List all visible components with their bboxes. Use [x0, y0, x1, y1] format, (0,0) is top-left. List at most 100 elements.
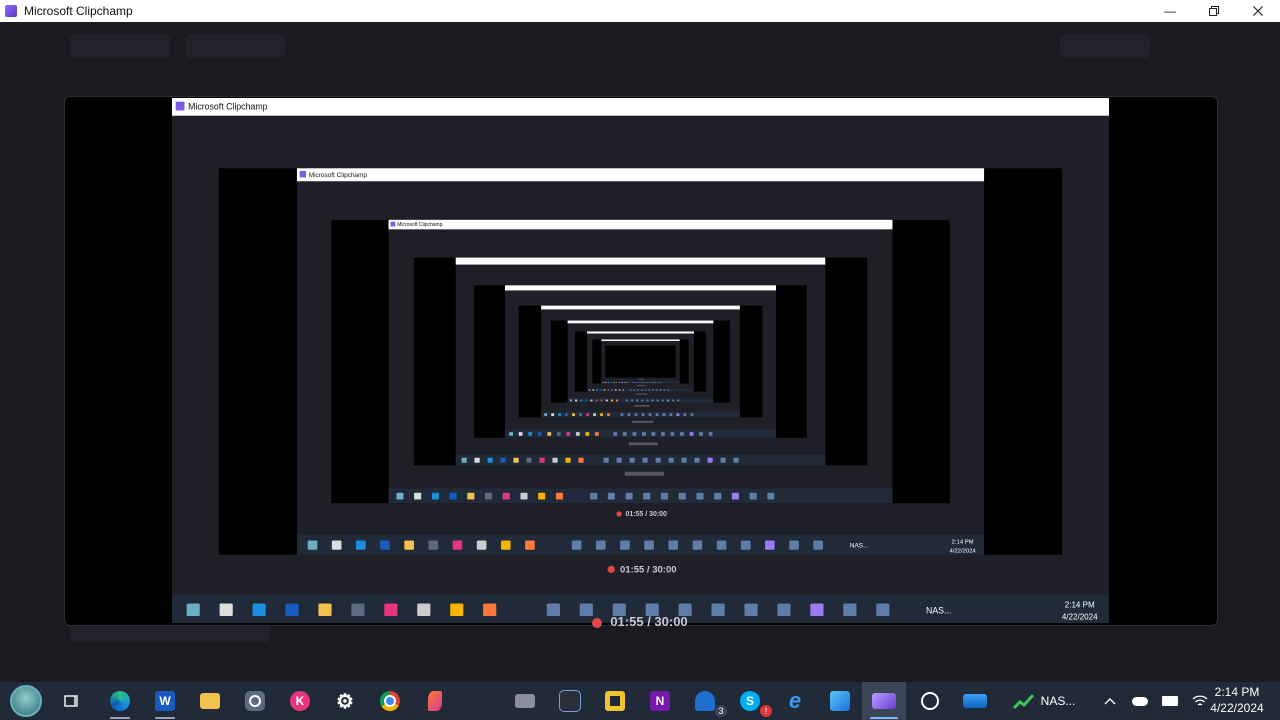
nested-taskbar-icon: [500, 540, 511, 550]
taskbar-clock[interactable]: 2:14 PM 4/22/2024: [1202, 684, 1272, 716]
taskbar-mail-app[interactable]: [953, 682, 997, 720]
stock-chart-icon: [1012, 693, 1034, 710]
nested-taskbar-icon: [556, 432, 561, 436]
nested-taskbar-icon: [593, 413, 596, 416]
nested-taskbar-icon: [588, 389, 591, 391]
nested-taskbar-icon: [627, 381, 629, 383]
nested-taskbar-icon: [677, 399, 680, 402]
taskbar-k-app[interactable]: K: [278, 682, 322, 720]
nested-taskbar-icon: [620, 413, 624, 416]
nested-taskbar-icon: [513, 457, 519, 463]
word-icon: W: [155, 691, 175, 711]
nested-taskbar-icon: [681, 457, 687, 463]
nested-taskbar-2: [388, 488, 893, 504]
taskbar-camera[interactable]: [233, 682, 277, 720]
nested-titlebar-3: [455, 257, 826, 265]
nested-taskbar-8: [601, 381, 680, 384]
taskbar-internet-explorer[interactable]: e: [773, 682, 817, 720]
nested-titlebar-7: [587, 331, 694, 334]
nested-taskbar-icon: [520, 492, 528, 500]
restore-button[interactable]: [1192, 0, 1236, 22]
dimmed-toolbar-item: [185, 34, 285, 58]
clipchamp-icon: [872, 693, 896, 709]
task-view-icon: [64, 695, 78, 707]
nested-taskbar-icon: [648, 389, 651, 391]
nested-taskbar-icon: [485, 492, 493, 500]
nested-titlebar-4: [505, 285, 776, 291]
taskbar-notepad-tool[interactable]: [593, 682, 637, 720]
nested-taskbar-icon: [538, 492, 546, 500]
nested-taskbar-icon: [655, 413, 659, 416]
nested-titlebar-5: [541, 305, 740, 310]
taskbar-mail[interactable]: 3: [683, 682, 727, 720]
nested-taskbar-icon: [661, 432, 665, 436]
nested-taskbar-icon: [660, 381, 662, 383]
nested-taskbar-icon: [526, 457, 532, 463]
nested-taskbar-icon: [307, 540, 318, 550]
nested-taskbar-icon: [428, 540, 439, 550]
clipchamp-main-area: Microsoft Clipchamp NAS... 2:14 PM 4/22/202…: [0, 22, 1280, 682]
taskbar-file-explorer[interactable]: [188, 682, 232, 720]
photo-tool-icon: [515, 694, 535, 708]
nested-record-indicator: [607, 565, 615, 574]
nested-taskbar-7: [587, 388, 694, 392]
nested-taskbar-icon: [635, 381, 637, 383]
taskbar-onenote[interactable]: N: [638, 682, 682, 720]
nested-taskbar-icon: [565, 413, 568, 416]
nested-taskbar-icon: [572, 413, 575, 416]
tray-battery[interactable]: [1158, 682, 1182, 720]
nested-taskbar-icon: [500, 457, 506, 463]
task-view-button[interactable]: [52, 682, 92, 720]
nested-taskbar-icon: [708, 432, 713, 436]
chevron-up-icon: [1104, 698, 1116, 705]
nested-window-title: Microsoft Clipchamp: [309, 172, 368, 179]
close-button[interactable]: [1236, 0, 1280, 22]
taskbar-edge[interactable]: [98, 682, 142, 720]
nested-timer-placeholder: [635, 393, 648, 395]
nested-taskbar-icon: [663, 389, 666, 391]
nested-taskbar-icon: [555, 492, 563, 500]
mail-badge: 3: [715, 705, 727, 717]
taskbar-chrome[interactable]: [368, 682, 412, 720]
taskbar-skype[interactable]: S !: [728, 682, 772, 720]
minimize-button[interactable]: —: [1148, 0, 1192, 22]
taskbar-photo-tool[interactable]: [503, 682, 547, 720]
tray-onedrive[interactable]: [1128, 682, 1152, 720]
nested-taskbar-icon: [644, 389, 647, 391]
tray-nas-widget[interactable]: NAS...: [1006, 682, 1082, 720]
recording-timer: 01:55 / 30:00: [0, 614, 1280, 629]
nested-window-title: Microsoft Clipchamp: [188, 102, 268, 112]
mail-icon: [695, 691, 715, 711]
nested-taskbar-icon: [528, 432, 533, 436]
tray-overflow-button[interactable]: [1098, 682, 1122, 720]
nested-taskbar-icon: [603, 457, 609, 463]
battery-icon: [1162, 696, 1178, 706]
nested-taskbar-icon: [651, 399, 654, 402]
start-button[interactable]: [4, 682, 48, 720]
nested-timer-placeholder: [632, 420, 654, 423]
nested-taskbar-icon: [578, 457, 584, 463]
nested-taskbar-icon: [575, 432, 580, 436]
internet-explorer-icon: e: [788, 688, 802, 713]
nested-taskbar-icon: [607, 413, 610, 416]
nested-taskbar-icon: [502, 492, 510, 500]
nested-taskbar-icon: [629, 389, 632, 391]
taskbar-paint-tool[interactable]: [413, 682, 457, 720]
nested-record-indicator: [616, 511, 622, 517]
nested-taskbar-icon: [592, 389, 594, 391]
nested-taskbar-icon: [603, 389, 606, 391]
taskbar-settings[interactable]: ⚙: [323, 682, 367, 720]
nested-taskbar-icon: [569, 399, 572, 402]
nested-taskbar-icon: [558, 413, 562, 416]
taskbar-clipchamp[interactable]: [862, 682, 906, 720]
taskbar-alexa[interactable]: [908, 682, 952, 720]
nested-taskbar-icon: [605, 381, 607, 383]
nested-taskbar-icon: [595, 399, 598, 402]
notepad-tool-icon: [605, 691, 625, 711]
taskbar-photos[interactable]: [818, 682, 862, 720]
taskbar-discord[interactable]: [548, 682, 592, 720]
nested-taskbar-icon: [632, 381, 634, 383]
taskbar-word[interactable]: W: [143, 682, 187, 720]
nested-titlebar-6: [567, 320, 714, 324]
nested-taskbar-1: [296, 534, 985, 555]
